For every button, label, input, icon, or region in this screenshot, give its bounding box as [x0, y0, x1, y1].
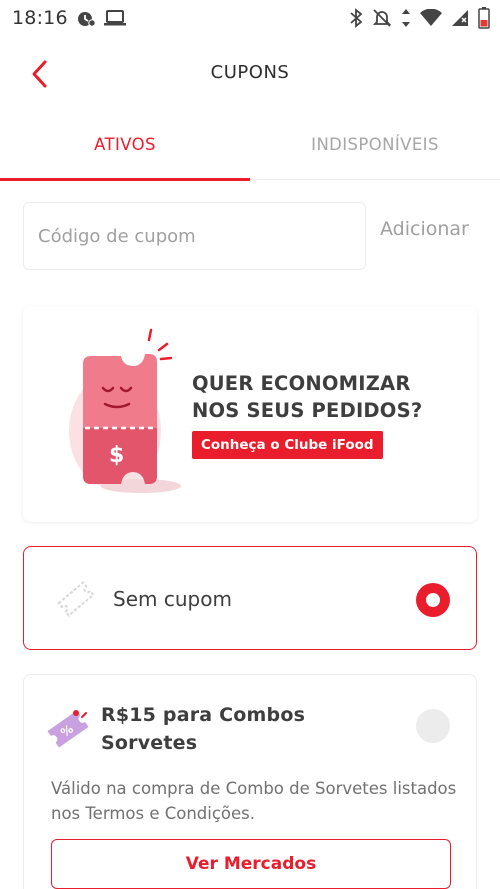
status-time: 18:16: [12, 7, 68, 29]
percent-ticket-icon: %: [47, 710, 89, 748]
battery-icon: [478, 7, 490, 29]
ver-mercados-button[interactable]: Ver Mercados: [51, 839, 451, 889]
wifi-icon: [420, 9, 442, 27]
mute-icon: [372, 8, 392, 28]
svg-text:$: $: [109, 443, 124, 468]
laptop-icon: [103, 9, 126, 27]
clube-ifood-banner[interactable]: $ QUER ECONOMIZAR NOS SEUS PEDIDOS? Conh…: [23, 306, 477, 522]
coupon-code-input[interactable]: [23, 202, 366, 270]
no-coupon-option[interactable]: Sem cupom: [23, 546, 477, 650]
no-coupon-label: Sem cupom: [113, 587, 232, 611]
status-bar: 18:16: [0, 0, 500, 36]
status-left: 18:16: [12, 7, 126, 29]
status-right: [349, 7, 490, 29]
signal-icon: [451, 9, 469, 27]
ticket-outline-icon: [57, 581, 95, 617]
smiling-ticket-icon: $: [69, 328, 181, 493]
coupon-card[interactable]: % R$15 para Combos Sorvetes Válido na co…: [23, 674, 477, 889]
promo-title: QUER ECONOMIZAR NOS SEUS PEDIDOS?: [192, 370, 422, 424]
bluetooth-icon: [349, 8, 363, 28]
tab-indisponiveis[interactable]: INDISPONÍVEIS: [250, 118, 500, 180]
clube-ifood-button[interactable]: Conheça o Clube iFood: [192, 431, 383, 459]
promo-title-line1: QUER ECONOMIZAR: [192, 372, 411, 395]
tab-bar: ATIVOS INDISPONÍVEIS: [0, 118, 500, 181]
add-coupon-button[interactable]: Adicionar: [380, 218, 469, 240]
promo-title-line2: NOS SEUS PEDIDOS?: [192, 399, 423, 422]
data-arrows-icon: [401, 8, 411, 28]
coupon-radio[interactable]: [416, 709, 450, 743]
clock-alarm-icon: [76, 8, 96, 28]
coupon-title: R$15 para Combos Sorvetes: [101, 704, 306, 754]
tab-ativos[interactable]: ATIVOS: [0, 118, 250, 181]
header: CUPONS: [0, 48, 500, 100]
no-coupon-radio[interactable]: [416, 583, 450, 617]
page-title: CUPONS: [210, 62, 290, 83]
coupon-description: Válido na compra de Combo de Sorvetes li…: [51, 779, 457, 823]
